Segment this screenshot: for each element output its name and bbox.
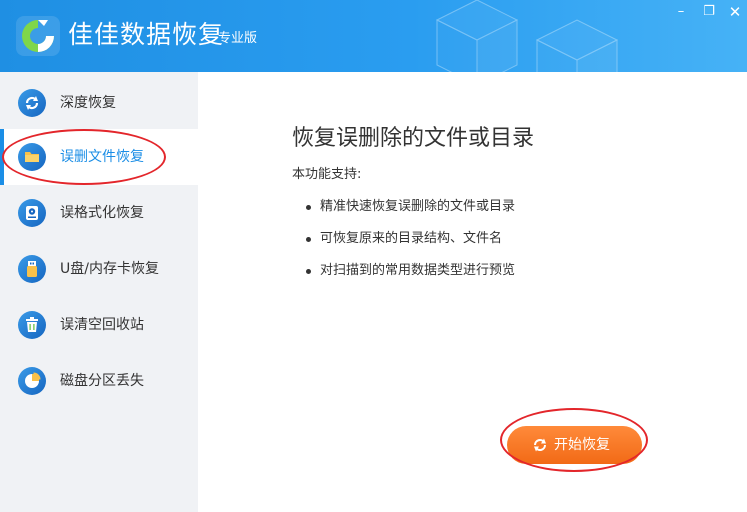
sidebar-item-deep-recovery[interactable]: 深度恢复 bbox=[0, 75, 198, 131]
start-button-label: 开始恢复 bbox=[554, 437, 610, 453]
refresh-icon bbox=[18, 89, 46, 117]
sidebar-item-format-recovery[interactable]: 误格式化恢复 bbox=[0, 185, 198, 241]
support-label: 本功能支持: bbox=[292, 167, 362, 182]
folder-icon bbox=[18, 143, 46, 171]
sidebar-item-label: 误删文件恢复 bbox=[60, 149, 144, 165]
title-bar: 佳佳数据恢复 专业版 – ❐ ✕ bbox=[0, 0, 747, 72]
decorative-cubes bbox=[435, 0, 619, 72]
page-title: 恢复误删除的文件或目录 bbox=[292, 126, 535, 151]
sidebar-item-partition-lost[interactable]: 磁盘分区丢失 bbox=[0, 353, 198, 409]
edition-label: 专业版 bbox=[218, 31, 258, 46]
feature-list: 精准快速恢复误删除的文件或目录 可恢复原来的目录结构、文件名 对扫描到的常用数据… bbox=[306, 198, 726, 294]
app-logo-icon bbox=[16, 16, 60, 56]
sidebar-item-label: 误格式化恢复 bbox=[60, 205, 144, 221]
hard-disk-icon bbox=[18, 199, 46, 227]
sidebar-item-label: 磁盘分区丢失 bbox=[60, 373, 144, 389]
sidebar-item-label: 深度恢复 bbox=[60, 95, 116, 111]
restore-button[interactable]: ❐ bbox=[698, 3, 720, 21]
main-panel: 恢复误删除的文件或目录 本功能支持: 精准快速恢复误删除的文件或目录 可恢复原来… bbox=[198, 72, 747, 512]
minimize-button[interactable]: – bbox=[670, 3, 692, 21]
refresh-icon bbox=[534, 438, 546, 452]
sidebar-item-recycle-bin[interactable]: 误清空回收站 bbox=[0, 297, 198, 353]
app-title: 佳佳数据恢复 bbox=[68, 20, 225, 49]
recycle-bin-icon bbox=[18, 311, 46, 339]
list-item: 对扫描到的常用数据类型进行预览 bbox=[306, 262, 726, 294]
sidebar-item-usb-recovery[interactable]: U盘/内存卡恢复 bbox=[0, 241, 198, 297]
sidebar-item-label: 误清空回收站 bbox=[60, 317, 144, 333]
usb-drive-icon bbox=[18, 255, 46, 283]
list-item: 可恢复原来的目录结构、文件名 bbox=[306, 230, 726, 262]
sidebar: 深度恢复 误删文件恢复 误格式化恢复 U盘/内存卡恢复 误清空回收站 磁盘分区丢… bbox=[0, 72, 198, 512]
sidebar-item-deleted-files[interactable]: 误删文件恢复 bbox=[0, 129, 198, 185]
list-item: 精准快速恢复误删除的文件或目录 bbox=[306, 198, 726, 230]
close-button[interactable]: ✕ bbox=[724, 3, 746, 21]
start-recovery-button[interactable]: 开始恢复 bbox=[507, 426, 642, 464]
pie-chart-icon bbox=[18, 367, 46, 395]
sidebar-item-label: U盘/内存卡恢复 bbox=[60, 261, 159, 277]
